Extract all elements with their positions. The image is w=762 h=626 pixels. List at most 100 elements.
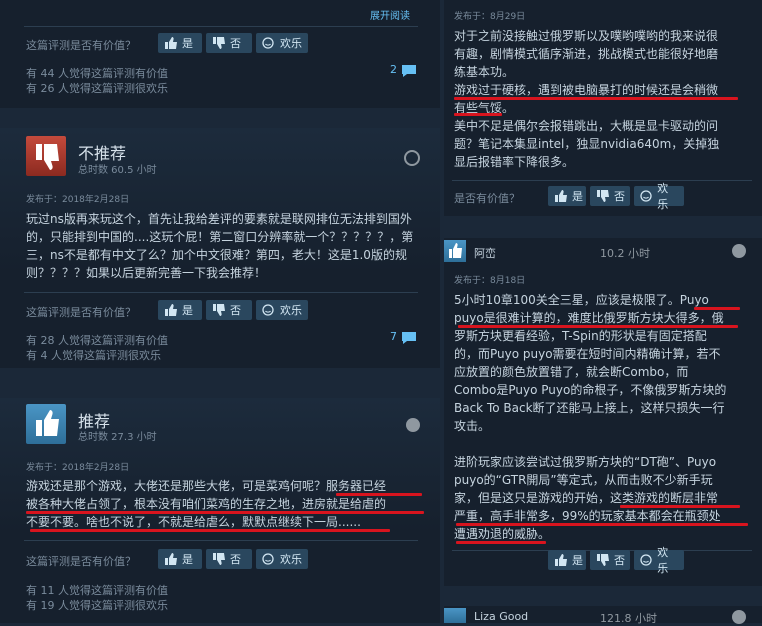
helpful-question: 这篇评测是否有价值？ [26,555,136,568]
thumbs-up-icon [36,410,59,436]
review-card-recommended: 推荐 总时数 27.3 小时 发布于：2018年2月28日 游戏还是那个游戏，大… [0,398,440,623]
comment-icon[interactable] [401,63,417,82]
read-more-link[interactable]: 展开阅读 [370,7,410,22]
review-body-line: 显后报错率下降很多。 [454,155,575,169]
review-body-line: 练基本功。 [454,65,515,79]
vote-yes-button[interactable]: 是 [158,300,202,320]
thumbs-up-icon [554,190,568,202]
review-hours: 总时数 60.5 小时 [78,165,157,176]
thumbs-down-icon [212,553,226,565]
thumbs-up-badge [444,240,466,262]
review-body-line: 进阶玩家应该尝试过俄罗斯方块的“DT砲”、Puyo [454,455,717,469]
helpful-count: 有 44 人觉得这篇评测有价值 [26,67,168,80]
highlight-underline [458,325,738,328]
vote-no-label: 否 [614,190,625,203]
vote-yes-label: 是 [182,304,193,317]
helpful-count: 有 11 人觉得这篇评测有价值 [26,584,168,597]
vote-yes-label: 是 [182,553,193,566]
thumbs-down-icon [212,37,226,49]
vote-funny-button[interactable]: 欢乐 [634,182,684,211]
divider [24,540,418,541]
vote-yes-button[interactable]: 是 [548,550,586,570]
steam-icon [404,150,420,166]
review-card-a: 发布于：8月29日 对于之前没接触过俄罗斯以及噗哟噗哟的我来说很 有趣，剧情模式… [444,0,762,216]
helpful-question: 这篇评测是否有价值？ [26,39,136,52]
vote-funny-button[interactable]: 欢乐 [256,549,308,569]
helpful-question: 这篇评测是否有价值？ [26,306,136,319]
review-body-line: 应放置的颜色放置错了，就会断Combo，而 [454,365,689,379]
vote-yes-label: 是 [182,37,193,50]
thumbs-down-icon [596,554,610,566]
posted-date: 发布于：2018年2月28日 [26,195,130,205]
review-body-line: Combo是Puyo Puyo的命根子，不像俄罗斯方块的 [454,383,727,397]
review-body-line: Back To Back断了还能马上接上，这样只损失一行 [454,401,725,415]
smiley-icon [262,553,276,565]
vote-funny-label: 欢乐 [280,304,302,317]
review-card-previous: 展开阅读 这篇评测是否有价值？ 是 否 欢乐 有 44 人觉得这篇评测有价值 有… [0,0,440,108]
helpful-question: 是否有价值？ [454,192,520,205]
posted-date: 发布于：2018年2月28日 [26,463,130,473]
vote-funny-label: 欢乐 [280,553,302,566]
review-card-c: Liza Good 121.8 小时 [444,606,762,625]
thumbs-up-icon [449,243,462,258]
thumbs-down-badge [26,136,66,176]
vote-yes-label: 是 [572,190,583,203]
vote-funny-button[interactable]: 欢乐 [256,33,308,53]
review-body-line: 的，而Puyo puyo需要在短时间内精确计算，若不 [454,347,721,361]
funny-count: 有 26 人觉得这篇评测很欢乐 [26,82,168,95]
vote-no-label: 否 [230,304,241,317]
vote-no-button[interactable]: 否 [206,33,252,53]
review-card-not-recommended: 不推荐 总时数 60.5 小时 发布于：2018年2月28日 玩过ns版再来玩这… [0,128,440,368]
vote-yes-button[interactable]: 是 [158,33,202,53]
vote-yes-button[interactable]: 是 [548,186,586,206]
comment-count[interactable]: 7 [390,330,397,343]
review-body-line: 对于之前没接触过俄罗斯以及噗哟噗哟的我来说很 [454,29,719,43]
vote-yes-label: 是 [572,554,583,567]
highlight-underline [26,511,424,514]
vote-no-button[interactable]: 否 [590,186,630,206]
vote-funny-label: 欢乐 [657,546,669,575]
vote-no-button[interactable]: 否 [206,549,252,569]
funny-count: 有 4 人觉得这篇评测很欢乐 [26,349,161,362]
divider [24,292,418,293]
smiley-icon [262,304,276,316]
review-body-line: 罗斯方块更看经验，T-Spin的形状是有固定搭配 [454,329,707,343]
funny-count: 有 19 人觉得这篇评测很欢乐 [26,599,168,612]
thumbs-down-icon [212,304,226,316]
vote-yes-button[interactable]: 是 [158,549,202,569]
review-body-line: 题？笔记本集显intel，独显nvidia640m，关掉独 [454,137,720,151]
highlight-underline [694,307,740,310]
vote-funny-button[interactable]: 欢乐 [256,300,308,320]
review-body-line [454,435,756,453]
review-body-line: 有趣，剧情模式循序渐进，挑战模式也能很好地磨 [454,47,719,61]
review-hours: 10.2 小时 [600,247,650,260]
divider [452,180,752,181]
review-body: 游戏还是那个游戏，大佬还是那些大佬，可是菜鸡何呢？服务器已经 被各种大佬占领了，… [26,477,426,531]
comment-count[interactable]: 2 [390,63,397,76]
review-body-line: puyo的“GTR開局”等定式，从而击败不少新手玩 [454,473,713,487]
review-author[interactable]: Liza Good [474,610,528,623]
gear-icon [406,418,420,432]
left-review-column: 展开阅读 这篇评测是否有价值？ 是 否 欢乐 有 44 人觉得这篇评测有价值 有… [0,0,440,623]
highlight-underline [456,523,748,526]
thumbs-up-icon [554,554,568,566]
review-author[interactable]: 阿峦 [474,245,496,261]
comment-icon[interactable] [401,330,417,349]
posted-date: 发布于：8月18日 [454,276,526,286]
thumbs-up-icon [164,304,178,316]
review-hours: 总时数 27.3 小时 [78,432,157,443]
review-hours: 121.8 小时 [600,612,657,625]
highlight-underline [454,97,738,100]
smiley-icon [640,554,653,566]
thumbs-up-icon [164,37,178,49]
smiley-icon [640,190,653,202]
gear-icon [732,244,746,258]
highlight-underline [336,493,422,496]
helpful-count: 有 28 人觉得这篇评测有价值 [26,334,168,347]
thumbs-up-badge [26,404,66,444]
vote-funny-button[interactable]: 欢乐 [634,546,684,575]
vote-no-label: 否 [230,553,241,566]
vote-no-button[interactable]: 否 [206,300,252,320]
right-review-column: 发布于：8月29日 对于之前没接触过俄罗斯以及噗哟噗哟的我来说很 有趣，剧情模式… [444,0,762,625]
vote-no-button[interactable]: 否 [590,550,630,570]
